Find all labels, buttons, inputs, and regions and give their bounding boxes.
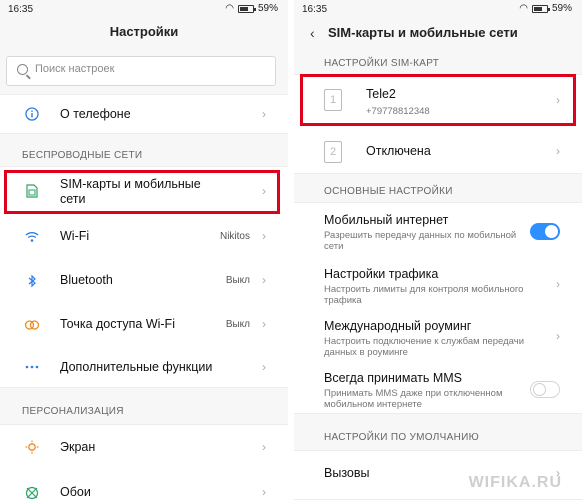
chevron-right-icon: › xyxy=(262,273,266,287)
search-input[interactable] xyxy=(35,63,235,75)
highlight-box xyxy=(300,74,576,126)
chevron-right-icon: › xyxy=(262,360,266,374)
section-sim: НАСТРОЙКИ SIM-КАРТ xyxy=(324,58,440,69)
hotspot-icon xyxy=(24,317,40,333)
more-dots-icon xyxy=(24,359,40,375)
mobile-internet-item[interactable]: Мобильный интернет Разрешить передачу да… xyxy=(294,203,582,257)
chevron-right-icon: › xyxy=(262,229,266,243)
chevron-right-icon: › xyxy=(262,440,266,454)
roaming-label: Международный роуминг xyxy=(324,319,472,333)
mms-sub: Принимать MMS даже при отключенном мобил… xyxy=(324,388,503,410)
brightness-icon xyxy=(24,439,40,455)
mobile-internet-toggle[interactable] xyxy=(530,223,560,240)
calls-label: Вызовы xyxy=(324,466,370,480)
search-bar[interactable] xyxy=(6,56,276,86)
bluetooth-label: Bluetooth xyxy=(60,273,113,287)
wifi-signal-icon: ◠ xyxy=(225,3,234,14)
hotspot-label: Точка доступа Wi-Fi xyxy=(60,317,175,331)
status-time: 16:35 xyxy=(302,4,328,15)
chevron-right-icon: › xyxy=(262,317,266,331)
info-icon xyxy=(24,106,40,122)
mms-item[interactable]: Всегда принимать MMS Принимать MMS даже … xyxy=(294,361,582,415)
basic-settings-card: Мобильный интернет Разрешить передачу да… xyxy=(294,202,582,414)
mobile-internet-label: Мобильный интернет xyxy=(324,213,449,227)
hotspot-value: Выкл xyxy=(225,319,250,330)
settings-item-wallpaper[interactable]: Обои › xyxy=(0,475,288,500)
settings-item-bluetooth[interactable]: Bluetooth Выкл › xyxy=(0,259,288,303)
title-bar: ‹ SIM-карты и мобильные сети xyxy=(294,24,582,46)
settings-item-wifi[interactable]: Wi-Fi Nikitos › xyxy=(0,215,288,259)
battery-percent: 59% xyxy=(257,3,278,14)
section-wireless: БЕСПРОВОДНЫЕ СЕТИ xyxy=(22,150,143,161)
extra-label: Дополнительные функции xyxy=(60,360,213,374)
bluetooth-icon xyxy=(24,273,40,289)
section-personalization: ПЕРСОНАЛИЗАЦИЯ xyxy=(22,406,124,417)
settings-item-hotspot[interactable]: Точка доступа Wi-Fi Выкл › xyxy=(0,303,288,347)
roaming-sub: Настроить подключение к службам передачи… xyxy=(324,336,524,358)
battery-percent: 59% xyxy=(551,3,572,14)
back-arrow-icon[interactable]: ‹ xyxy=(310,25,315,41)
section-basic: ОСНОВНЫЕ НАСТРОЙКИ xyxy=(324,186,453,197)
battery-icon xyxy=(237,4,256,13)
chevron-right-icon: › xyxy=(556,329,560,343)
watermark: WIFIKA.RU xyxy=(468,474,562,491)
screen-label: Экран xyxy=(60,440,96,454)
settings-item-screen[interactable]: Экран › xyxy=(0,425,288,469)
settings-item-extra[interactable]: Дополнительные функции › xyxy=(0,347,288,389)
chevron-right-icon: › xyxy=(262,107,266,121)
chevron-right-icon: › xyxy=(556,277,560,291)
sim2-status: Отключена xyxy=(366,144,431,158)
battery-icon xyxy=(531,4,550,13)
status-bar: 16:35 ◠ 59% xyxy=(0,0,288,18)
wifi-signal-icon: ◠ xyxy=(519,3,528,14)
about-label: О телефоне xyxy=(60,107,131,121)
traffic-settings-item[interactable]: Настройки трафика Настроить лимиты для к… xyxy=(294,257,582,309)
sim-settings-screen: 16:35 ◠ 59% ‹ SIM-карты и мобильные сети… xyxy=(294,0,582,500)
chevron-right-icon: › xyxy=(262,485,266,499)
mobile-internet-sub: Разрешить передачу данных по мобильной с… xyxy=(324,230,517,252)
mms-toggle[interactable] xyxy=(530,381,560,398)
wifi-value: Nikitos xyxy=(219,231,250,242)
search-icon xyxy=(17,64,28,75)
personal-card: Экран › Обои › xyxy=(0,424,288,500)
roaming-item[interactable]: Международный роуминг Настроить подключе… xyxy=(294,309,582,361)
bluetooth-value: Выкл xyxy=(225,275,250,286)
sim-slot-2-icon: 2 xyxy=(324,141,342,163)
wifi-icon xyxy=(24,229,40,245)
wallpaper-icon xyxy=(24,485,40,500)
settings-screen: 16:35 ◠ 59% Настройки О телефоне › БЕСПР… xyxy=(0,0,288,500)
wifi-label: Wi-Fi xyxy=(60,229,90,243)
sim2-item[interactable]: 2 Отключена › xyxy=(294,131,582,175)
page-title: Настройки xyxy=(109,24,179,39)
about-card: О телефоне › xyxy=(0,94,288,134)
mms-label: Всегда принимать MMS xyxy=(324,371,462,385)
traffic-label: Настройки трафика xyxy=(324,267,439,281)
page-title: SIM-карты и мобильные сети xyxy=(328,25,518,40)
status-bar: 16:35 ◠ 59% xyxy=(294,0,582,18)
settings-item-about[interactable]: О телефоне › xyxy=(0,95,288,135)
traffic-sub: Настроить лимиты для контроля мобильного… xyxy=(324,284,524,306)
status-time: 16:35 xyxy=(8,4,34,15)
chevron-right-icon: › xyxy=(556,144,560,158)
section-default: НАСТРОЙКИ ПО УМОЛЧАНИЮ xyxy=(324,432,479,443)
highlight-box xyxy=(4,170,280,214)
wallpaper-label: Обои xyxy=(60,485,91,499)
